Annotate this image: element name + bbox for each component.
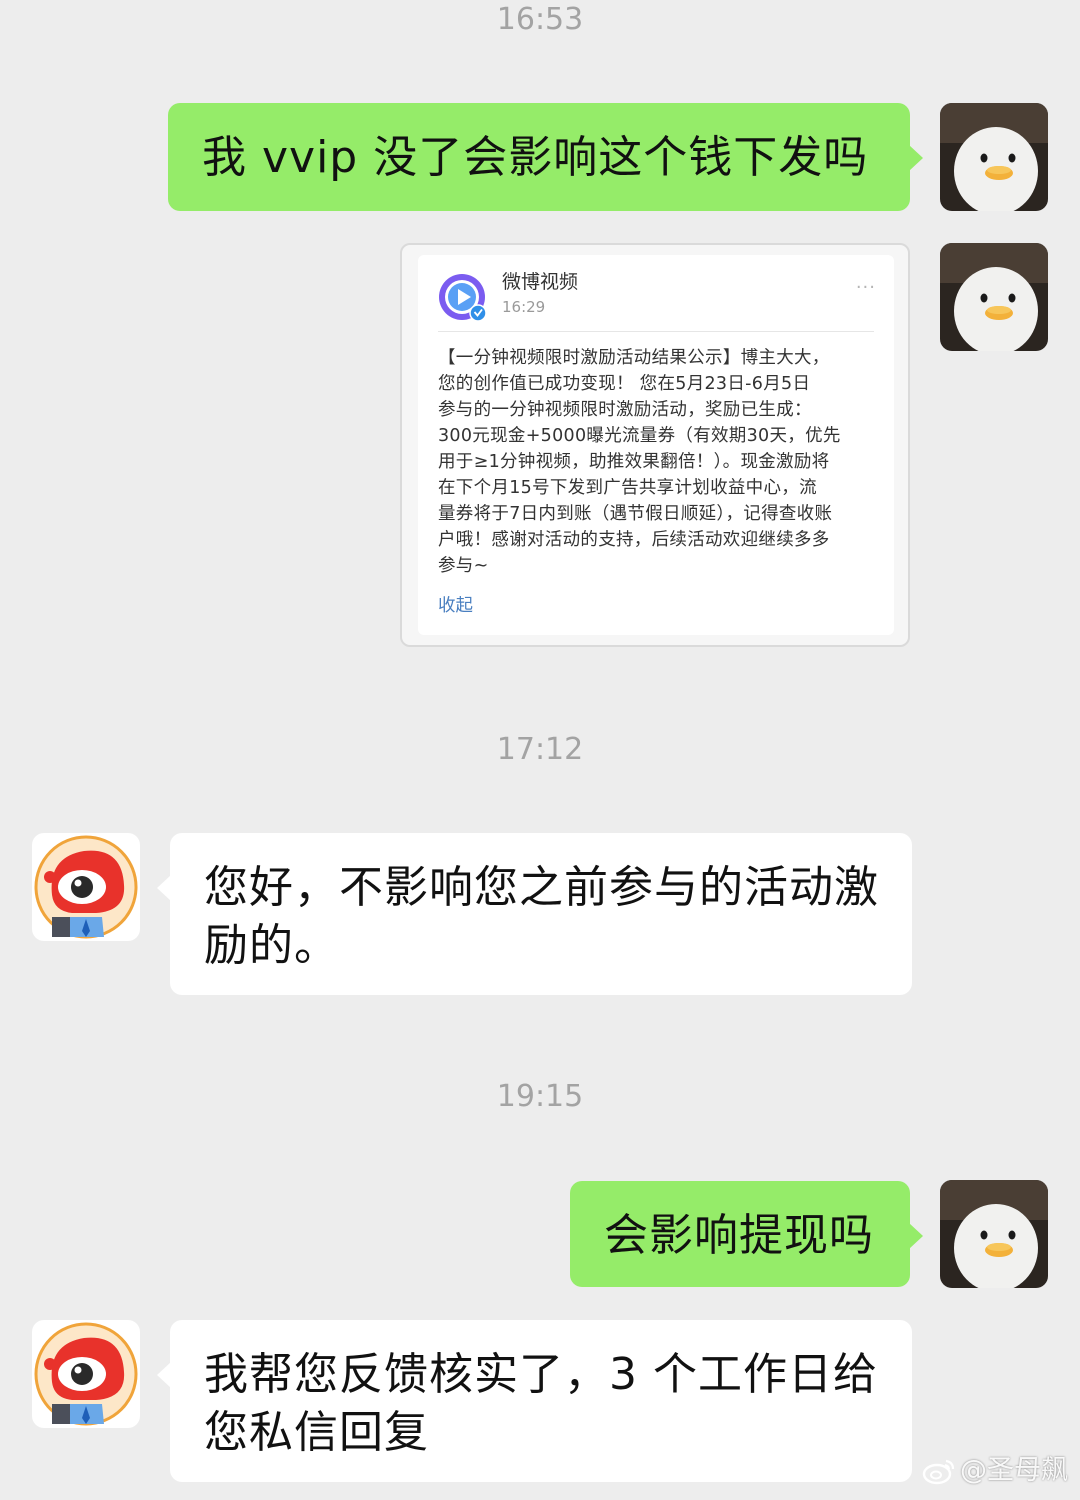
card-divider [438,331,874,332]
timestamp: 19:15 [496,1079,584,1114]
weibo-watermark: @圣母飙 [922,1455,1068,1487]
weibo-mascot-avatar-icon[interactable] [32,833,140,941]
duck-avatar-icon[interactable] [940,243,1048,351]
chat-window: 16:53 我 vvip 没了会影响这个钱下发吗 微博视频 16:29 ··· … [0,0,1080,1500]
collapse-link[interactable]: 收起 [438,593,473,619]
outgoing-message-bubble[interactable]: 我 vvip 没了会影响这个钱下发吗 [168,103,923,211]
watermark-text: @圣母飙 [960,1455,1068,1486]
card-account-name: 微博视频 [502,271,579,293]
duck-avatar-icon[interactable] [940,1180,1048,1288]
timestamp: 17:12 [496,732,584,767]
weibo-logo-icon [922,1457,956,1485]
outgoing-message-bubble[interactable]: 会影响提现吗 [570,1181,923,1287]
weibo-mascot-avatar-icon[interactable] [32,1320,140,1428]
message-text: 会影响提现吗 [604,1210,874,1261]
message-text: 我帮您反馈核实了，3 个工作日给您私信回复 [204,1349,878,1458]
weibo-video-logo-icon [438,273,488,323]
incoming-message-bubble[interactable]: 您好，不影响您之前参与的活动激励的。 [157,833,912,995]
card-content: 微博视频 16:29 ··· 【一分钟视频限时激励活动结果公示】博主大大， 您的… [418,255,894,635]
more-options-icon[interactable]: ··· [856,277,876,298]
message-text: 我 vvip 没了会影响这个钱下发吗 [202,132,869,183]
incoming-message-bubble[interactable]: 我帮您反馈核实了，3 个工作日给您私信回复 [157,1320,912,1482]
shared-message-card[interactable]: 微博视频 16:29 ··· 【一分钟视频限时激励活动结果公示】博主大大， 您的… [400,243,910,647]
timestamp: 16:53 [496,2,584,37]
duck-avatar-icon[interactable] [940,103,1048,211]
card-body-text: 【一分钟视频限时激励活动结果公示】博主大大， 您的创作值已成功变现！ 您在5月2… [438,348,841,576]
message-text: 您好，不影响您之前参与的活动激励的。 [204,862,879,971]
card-timestamp: 16:29 [502,298,546,316]
